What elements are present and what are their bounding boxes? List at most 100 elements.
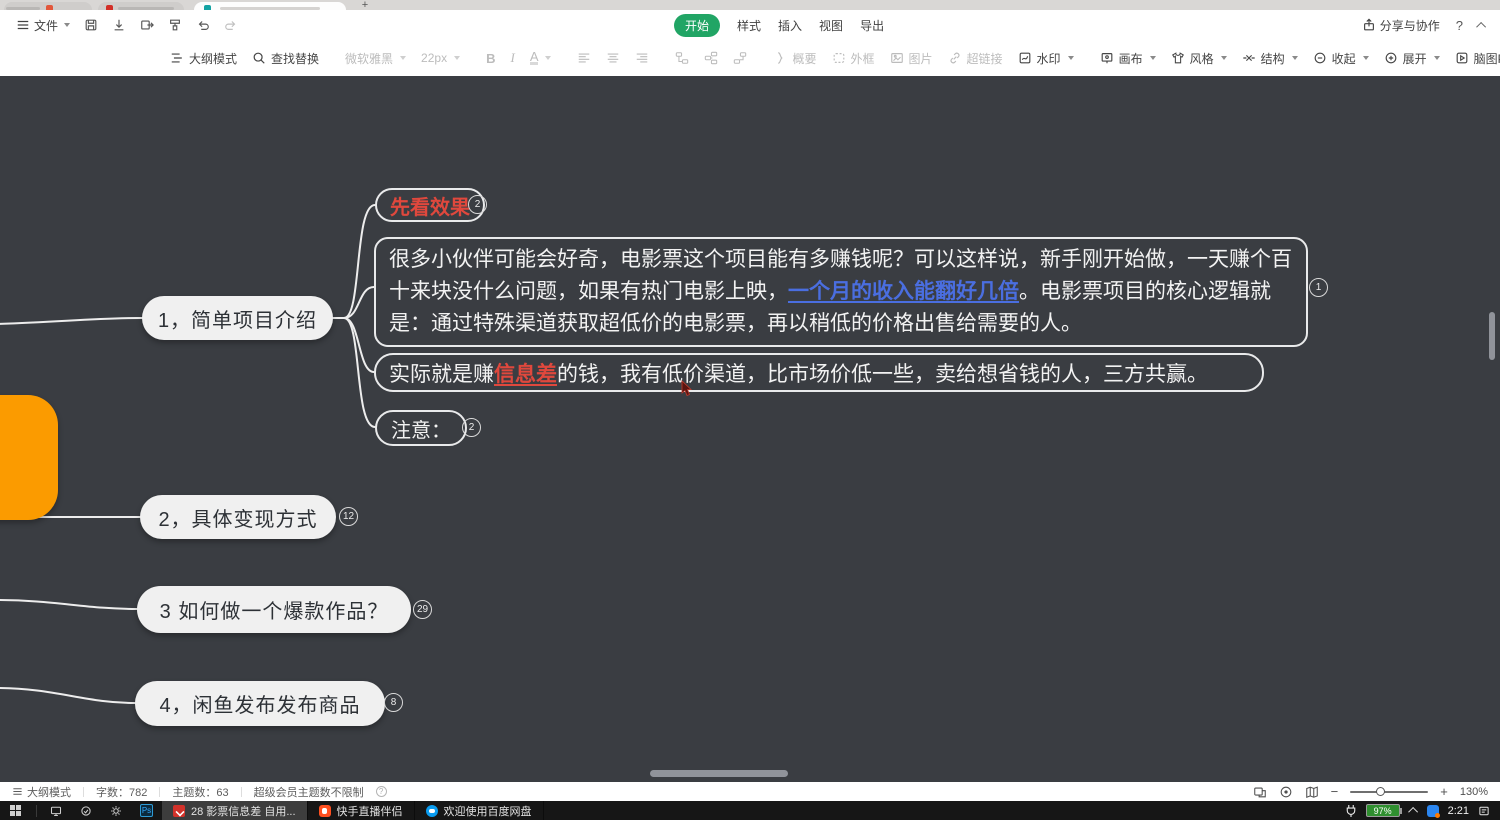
save-button[interactable] [84, 18, 98, 32]
start-button[interactable] [10, 805, 22, 817]
insert-parent-topic-button[interactable] [733, 51, 747, 65]
bold-button[interactable]: B [486, 51, 495, 66]
fit-screen-icon[interactable] [1253, 785, 1267, 799]
battery-tip [1400, 808, 1402, 814]
branch-node-2[interactable]: 2，具体变现方式 [140, 495, 336, 539]
zoom-slider[interactable] [1350, 791, 1428, 793]
summary-button[interactable]: 概要 [773, 50, 816, 67]
canvas-icon [1100, 51, 1114, 65]
file-menu[interactable]: 文件 [16, 17, 70, 34]
badge-count: 1 [1316, 282, 1322, 293]
branch-node-4[interactable]: 4，闲鱼发布发布商品 [135, 681, 385, 726]
mindmap-ppt-button[interactable]: 脑图PPT [1455, 50, 1500, 67]
redo-button[interactable] [224, 18, 238, 32]
structure-button[interactable]: 结构 [1242, 50, 1298, 67]
align-left-button[interactable] [577, 51, 591, 65]
hyperlink-icon [948, 51, 962, 65]
root-topic-node[interactable] [0, 395, 58, 520]
taskbar-item-baidu-netdisk[interactable]: 欢迎使用百度网盘 [415, 801, 544, 820]
font-size-select[interactable]: 22px [421, 51, 460, 65]
tab-style[interactable]: 样式 [737, 17, 761, 34]
mindmap-canvas[interactable]: 1，简单项目介绍 先看效果 2 很多小伙伴可能会好奇，电影票这个项目能有多赚钱呢… [0, 76, 1500, 782]
outer-frame-button[interactable]: 外框 [832, 50, 875, 67]
clock[interactable]: 2:21 [1448, 805, 1469, 817]
play-ppt-icon [1455, 51, 1469, 65]
minimap-icon[interactable] [1305, 785, 1319, 799]
expand-label: 展开 [1403, 50, 1427, 67]
tab-insert[interactable]: 插入 [778, 17, 802, 34]
taskbar-item-label: 欢迎使用百度网盘 [444, 803, 532, 819]
outline-mode-button[interactable]: 大纲模式 [170, 50, 237, 67]
statusbar-outline-mode-button[interactable]: 大纲模式 [12, 784, 71, 800]
branch-node-3[interactable]: 3 如何做一个爆款作品？ [137, 586, 411, 633]
taskbar-item-kuaishou[interactable]: 快手直播伴侣 [308, 801, 415, 820]
tab-export[interactable]: 导出 [860, 17, 884, 34]
child-node-info-gap[interactable]: 实际就是赚信息差的钱，我有低价渠道，比市场价低一些，卖给想省钱的人，三方共赢。 [374, 353, 1264, 392]
branch-node-1[interactable]: 1，简单项目介绍 [142, 296, 333, 340]
new-tab-button[interactable]: + [358, 0, 372, 10]
zoom-out-button[interactable]: − [1331, 784, 1339, 799]
vip-info-icon[interactable]: ? [376, 786, 387, 797]
font-size-value: 22px [421, 51, 447, 65]
canvas-button[interactable]: 画布 [1100, 50, 1156, 67]
zoom-in-button[interactable]: + [1440, 784, 1448, 799]
vertical-scrollbar[interactable] [1489, 312, 1495, 360]
save-icon [84, 18, 98, 32]
locate-center-icon[interactable] [1279, 785, 1293, 799]
align-right-icon [635, 51, 649, 65]
collapse-button[interactable]: 收起 [1313, 50, 1369, 67]
collapse-badge[interactable]: 8 [384, 693, 403, 712]
share-collaborate-button[interactable]: 分享与协作 [1362, 17, 1440, 34]
insert-child-topic-button[interactable] [704, 51, 718, 65]
photoshop-taskbar-icon[interactable]: Ps [140, 804, 153, 817]
italic-button[interactable]: I [510, 50, 514, 66]
note-label: 注意： [391, 414, 451, 443]
font-color-button[interactable]: A [530, 51, 552, 65]
word-count: 字数：782 [96, 784, 147, 800]
file-menu-label: 文件 [34, 17, 58, 34]
export-file-button[interactable] [140, 18, 154, 32]
child-node-paragraph[interactable]: 很多小伙伴可能会好奇，电影票这个项目能有多赚钱呢？可以这样说，新手刚开始做，一天… [374, 237, 1308, 347]
notification-center-icon[interactable] [1478, 805, 1490, 817]
undo-button[interactable] [196, 18, 210, 32]
zoom-slider-thumb[interactable] [1376, 787, 1385, 796]
battery-indicator[interactable]: 97% [1366, 804, 1402, 817]
collapse-badge[interactable]: 2 [462, 418, 481, 437]
find-replace-button[interactable]: 查找替换 [252, 50, 319, 67]
tab-home[interactable]: 开始 [674, 14, 720, 37]
hyperlink-button[interactable]: 超链接 [948, 50, 1003, 67]
align-right-button[interactable] [635, 51, 649, 65]
statusbar-mode-label: 大纲模式 [27, 784, 71, 800]
branch-node-3-label: 3 如何做一个爆款作品？ [160, 595, 389, 624]
remote-app-tray-icon[interactable] [80, 805, 92, 817]
taskbar-item-document[interactable]: 28 影票信息差 自用... [162, 801, 308, 820]
mouse-cursor [681, 380, 693, 398]
format-painter-button[interactable] [168, 18, 182, 32]
tray-expand-icon[interactable] [1408, 807, 1418, 817]
collapse-badge[interactable]: 1 [1309, 278, 1328, 297]
power-plug-icon[interactable] [1345, 804, 1357, 818]
insert-sibling-topic-button[interactable] [675, 51, 689, 65]
watermark-button[interactable]: 水印 [1018, 50, 1074, 67]
collapse-ribbon-icon[interactable] [1476, 21, 1486, 31]
tab-view[interactable]: 视图 [819, 17, 843, 34]
font-family-select[interactable]: 微软雅黑 [345, 50, 406, 67]
tray-app-icon[interactable] [1427, 805, 1439, 817]
collapse-badge[interactable]: 2 [468, 195, 487, 214]
collapse-badge[interactable]: 29 [413, 600, 432, 619]
settings-gear-icon[interactable] [110, 805, 122, 817]
collapse-badge[interactable]: 12 [339, 507, 358, 526]
expand-button[interactable]: 展开 [1384, 50, 1440, 67]
help-button[interactable]: ? [1456, 18, 1463, 33]
align-center-button[interactable] [606, 51, 620, 65]
style-button[interactable]: 风格 [1171, 50, 1227, 67]
horizontal-scrollbar[interactable] [650, 770, 788, 777]
branch-node-4-label: 4，闲鱼发布发布商品 [159, 689, 360, 718]
download-button[interactable] [112, 18, 126, 32]
redo-icon [224, 18, 238, 32]
child-node-note[interactable]: 注意： [375, 410, 467, 446]
screen-share-tray-icon[interactable] [50, 805, 62, 817]
insert-image-button[interactable]: 图片 [890, 50, 933, 67]
search-icon [252, 51, 266, 65]
browser-tab-strip: + [0, 0, 1500, 10]
